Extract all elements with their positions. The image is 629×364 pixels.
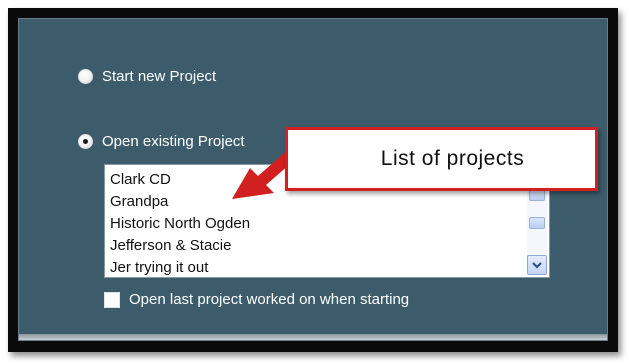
callout-text: List of projects xyxy=(380,147,525,170)
callout-box: List of projects xyxy=(285,127,598,191)
